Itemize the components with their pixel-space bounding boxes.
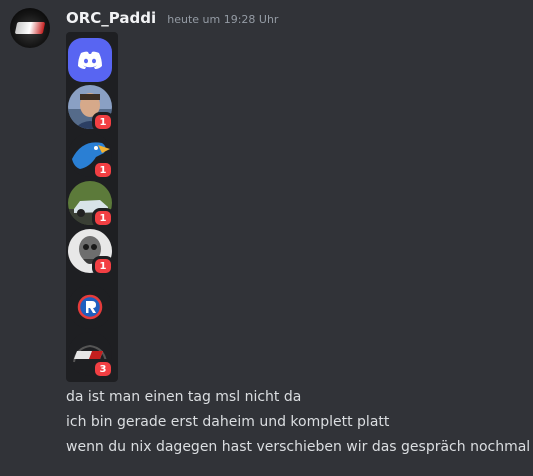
notification-badge: 3 (92, 359, 114, 379)
notification-badge: 1 (92, 112, 114, 132)
orc-logo-icon (14, 22, 46, 34)
message-line: wenn du nix dagegen hast verschieben wir… (66, 439, 531, 455)
message-line: ich bin gerade erst daheim und komplett … (66, 414, 390, 430)
server-item: 1 (68, 181, 114, 228)
message-header: ORC_Paddi heute um 19:28 Uhr (66, 8, 278, 30)
server-item: 1 (68, 229, 114, 276)
message-line: da ist man einen tag msl nicht da (66, 389, 302, 405)
message-timestamp: heute um 19:28 Uhr (167, 13, 279, 26)
server-item: 3 (68, 332, 114, 379)
discord-logo-icon (68, 38, 112, 82)
author-name[interactable]: ORC_Paddi (66, 9, 156, 27)
server-item: 1 (68, 85, 114, 132)
notification-badge: 1 (92, 256, 114, 276)
author-avatar[interactable] (10, 8, 50, 48)
notification-badge: 1 (92, 160, 114, 180)
notification-badge: 1 (92, 208, 114, 228)
r-logo-icon (68, 285, 112, 329)
server-item: 1 (68, 133, 114, 180)
server-discord-home (68, 38, 112, 82)
server-list-screenshot: 1 1 1 1 3 (66, 32, 118, 382)
server-item (68, 285, 112, 329)
